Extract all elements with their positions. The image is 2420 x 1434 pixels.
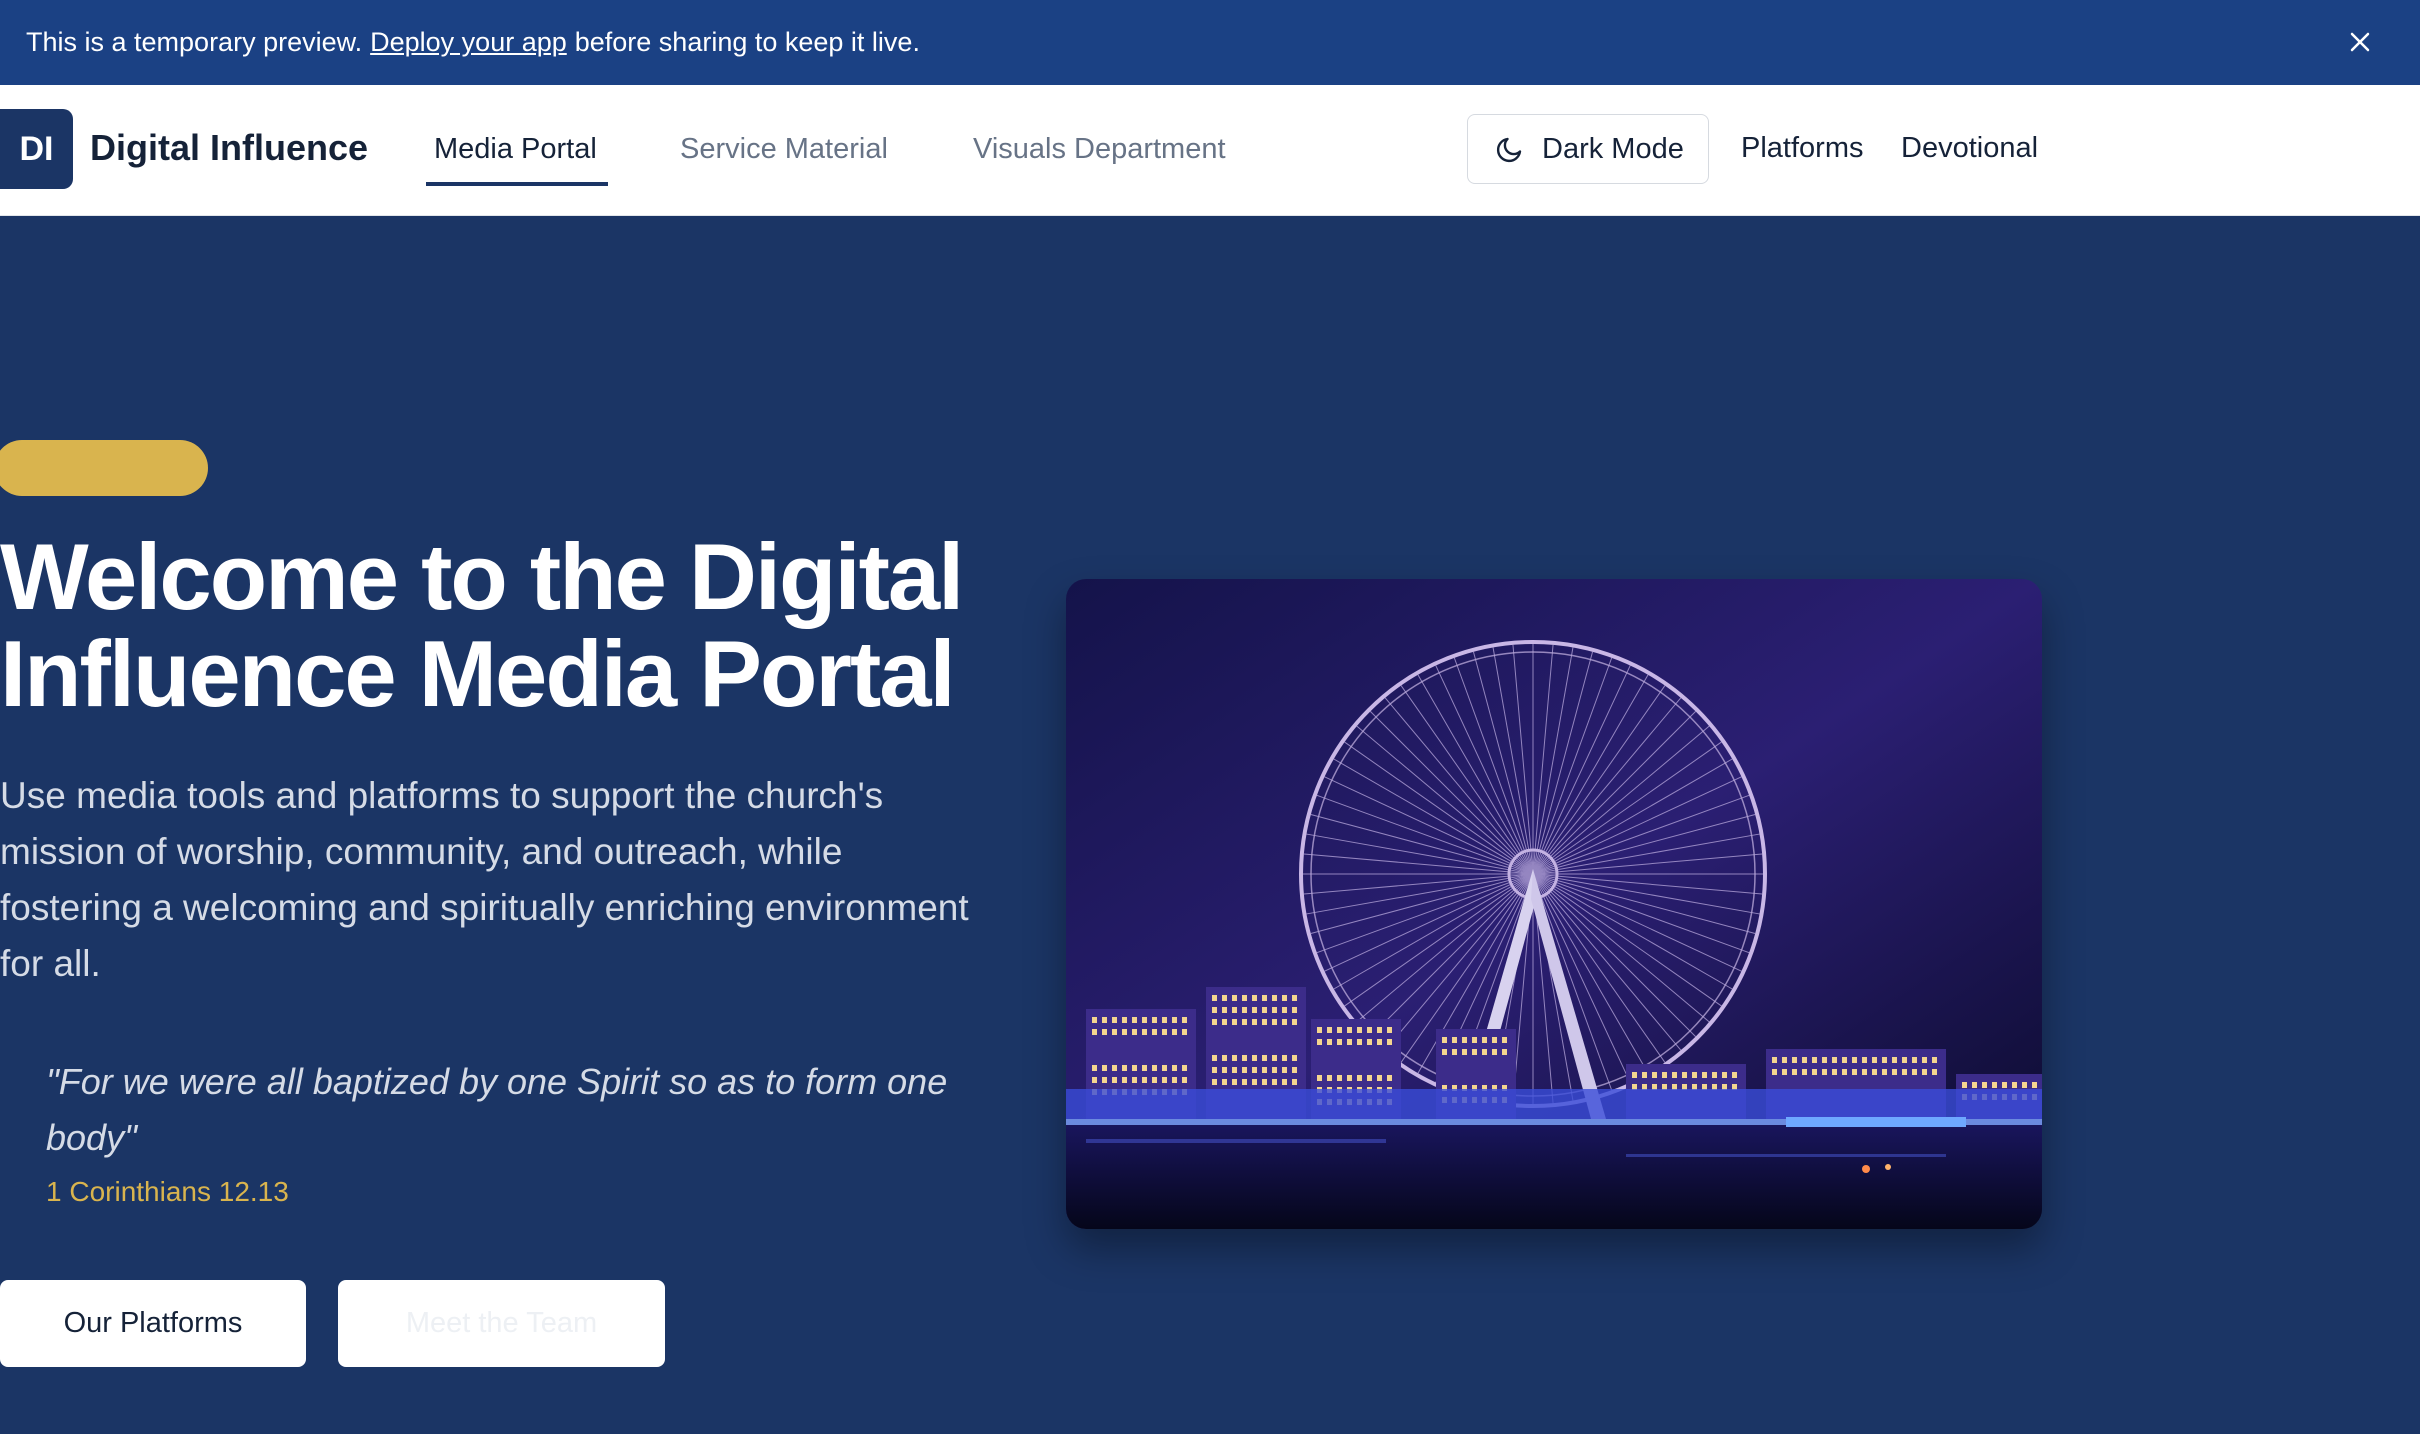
devotional-link[interactable]: Devotional (1901, 132, 2038, 165)
meet-the-team-button[interactable]: Meet the Team (338, 1280, 665, 1367)
tab-media-portal[interactable]: Media Portal (434, 133, 597, 166)
hero-title-line2: Influence Media Portal (0, 621, 956, 726)
active-tab-indicator (426, 182, 608, 186)
banner-text: This is a temporary preview. (26, 27, 363, 57)
tab-service-material[interactable]: Service Material (680, 133, 888, 166)
preview-banner: This is a temporary preview. Deploy your… (0, 0, 2420, 85)
scripture-quote: "For we were all baptized by one Spirit … (46, 1061, 948, 1158)
platforms-link[interactable]: Platforms (1741, 132, 1863, 165)
top-navigation: DI Digital Influence Media Portal Servic… (0, 85, 2420, 216)
hero-image (1066, 579, 2042, 1229)
close-icon[interactable] (2340, 22, 2380, 62)
hero-title-line1: Welcome to the Digital (0, 524, 964, 629)
hero-description: Use media tools and platforms to support… (0, 775, 969, 984)
logo-badge[interactable]: DI (0, 109, 73, 189)
banner-text-after: before sharing to keep it live. (574, 27, 920, 57)
dark-mode-button[interactable]: Dark Mode (1467, 114, 1709, 184)
brand-name[interactable]: Digital Influence (90, 127, 368, 169)
tab-visuals-department[interactable]: Visuals Department (973, 133, 1226, 166)
hero-title: Welcome to the Digital Influence Media P… (0, 528, 1000, 722)
scripture-reference: 1 Corinthians 12.13 (46, 1176, 289, 1207)
moon-icon (1496, 137, 1522, 163)
hero-badge (0, 440, 208, 496)
deploy-app-link[interactable]: Deploy your app (370, 27, 567, 58)
our-platforms-button[interactable]: Our Platforms (0, 1280, 306, 1367)
dark-mode-label: Dark Mode (1542, 132, 1684, 165)
